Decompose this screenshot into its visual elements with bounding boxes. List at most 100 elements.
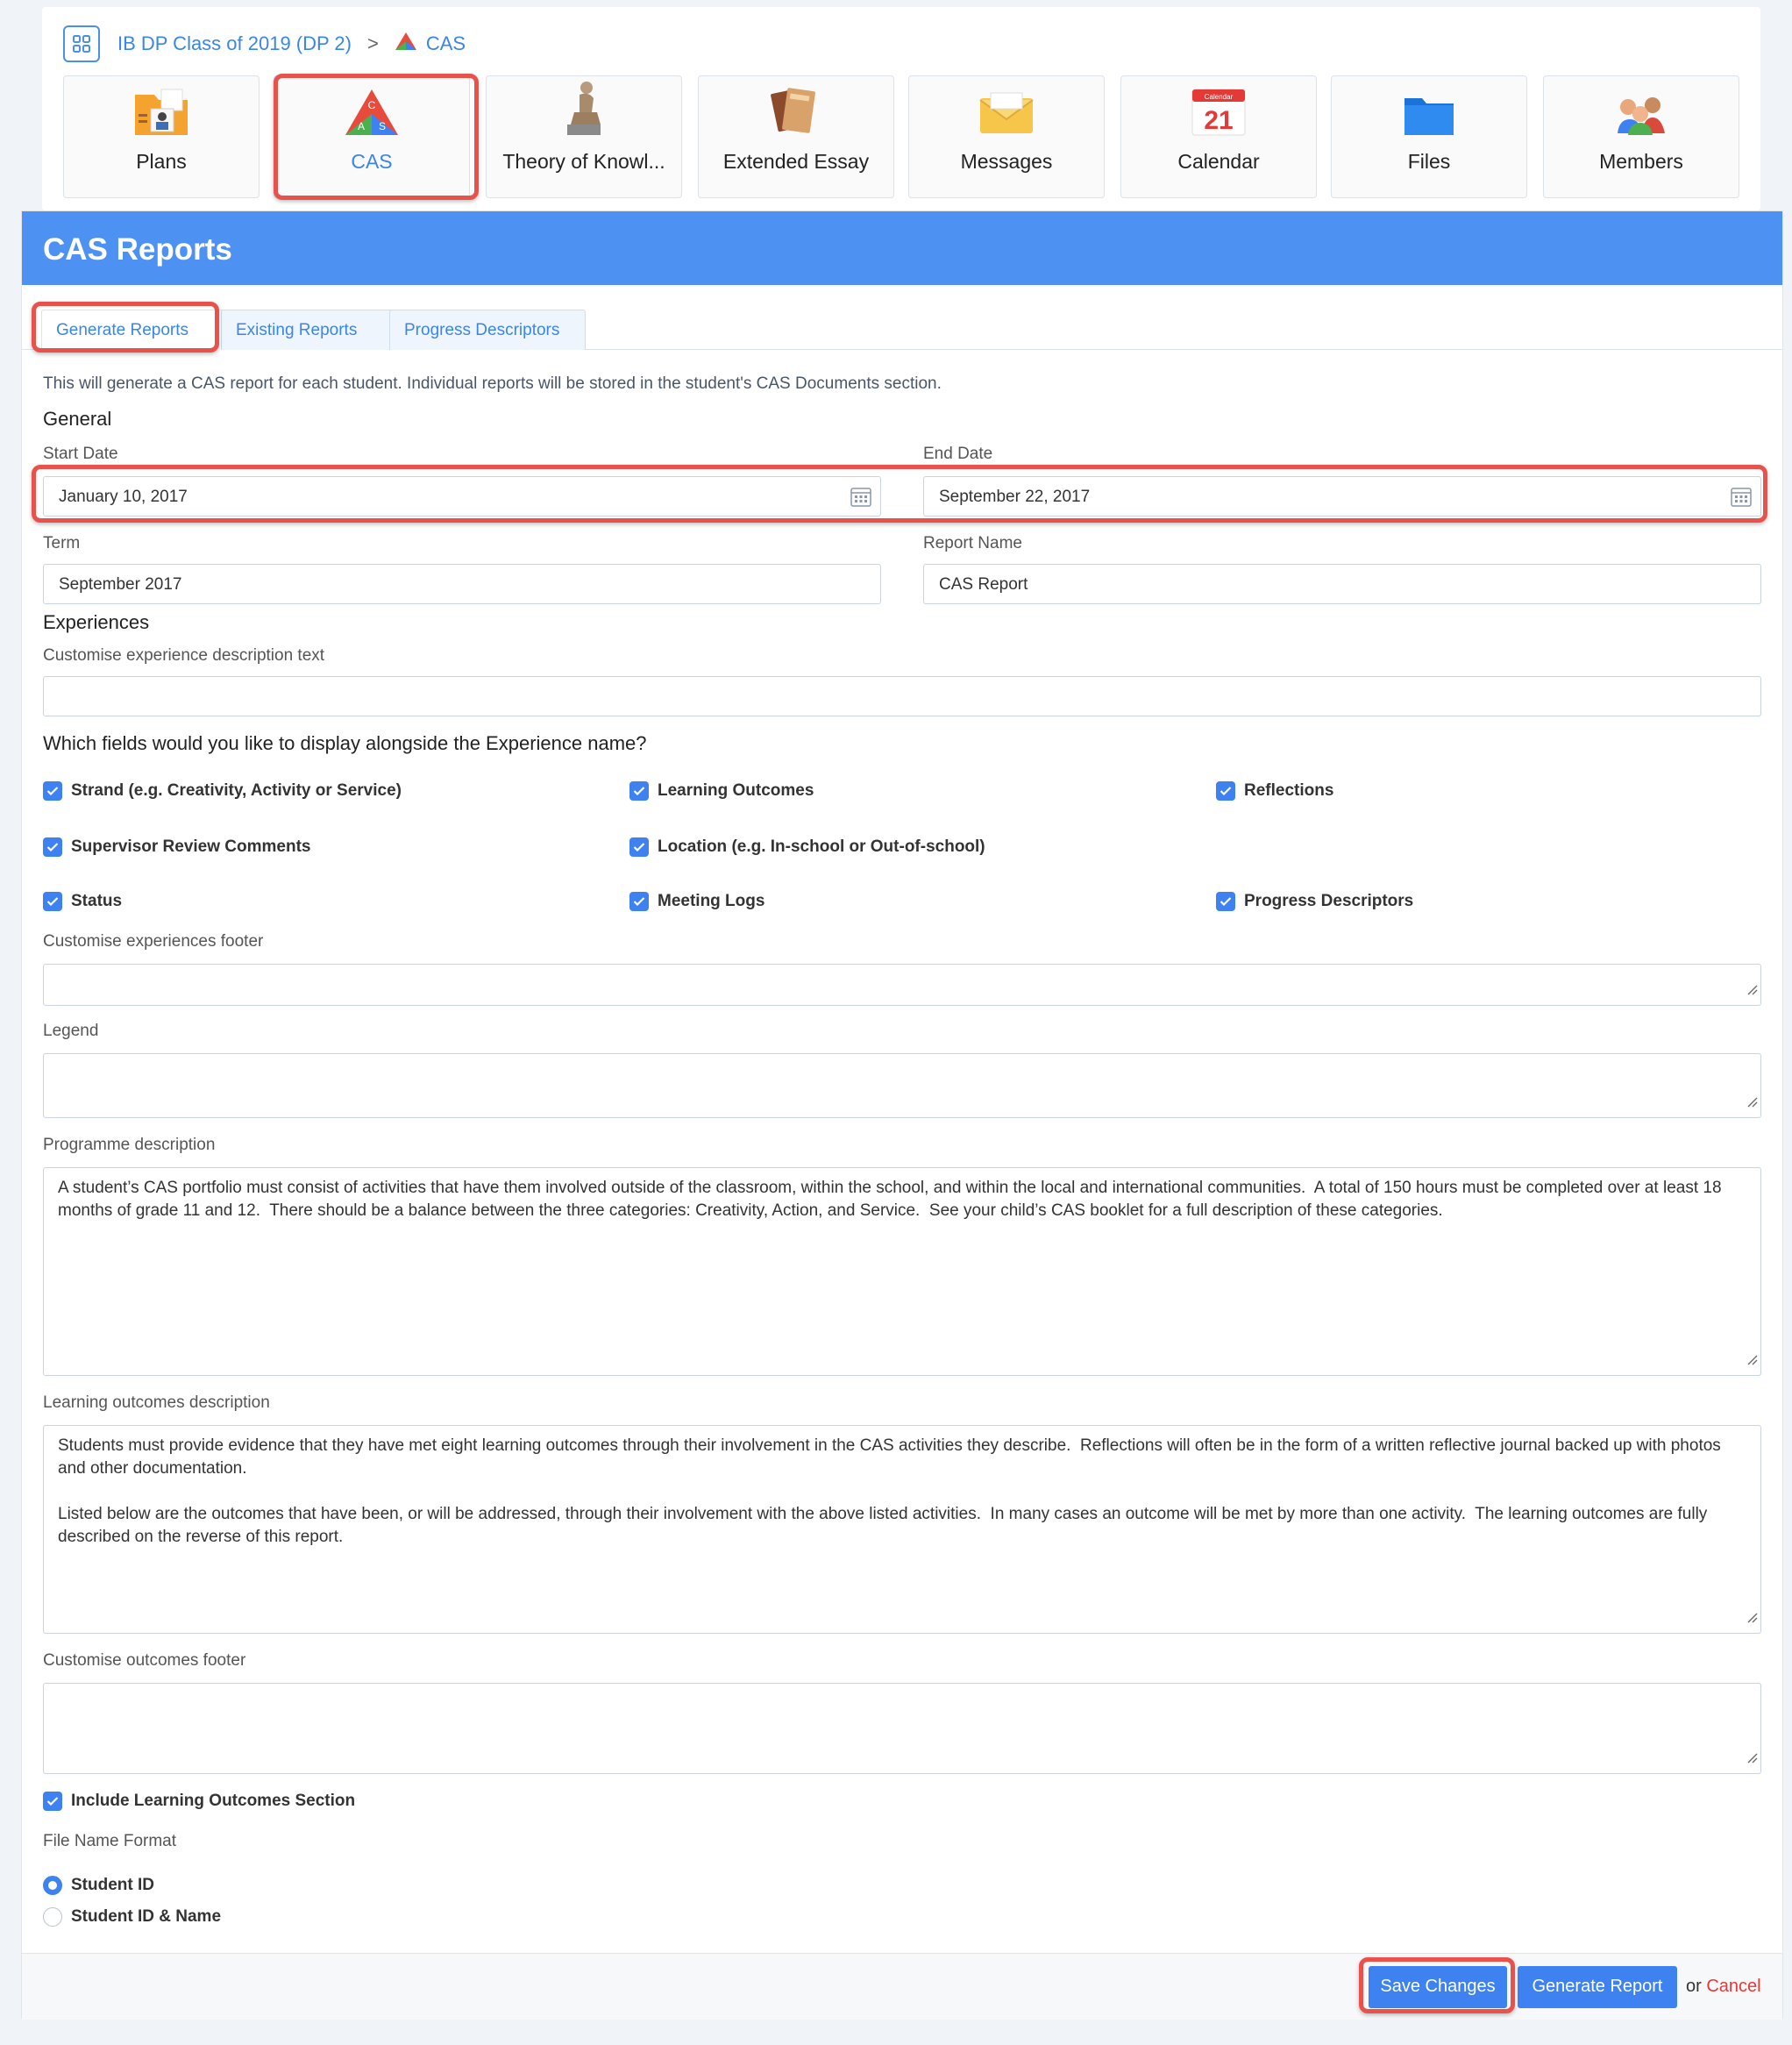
checked-checkbox-icon[interactable] xyxy=(43,781,62,801)
tab-existing-reports[interactable]: Existing Reports xyxy=(221,310,402,350)
tile-label: Members xyxy=(1599,150,1683,173)
breadcrumb-separator: > xyxy=(366,32,379,54)
tile-label: Files xyxy=(1407,150,1451,173)
checked-checkbox-icon[interactable] xyxy=(1216,781,1235,801)
plans-folder-icon xyxy=(132,88,191,141)
checkbox-location[interactable]: Location (e.g. In-school or Out-of-schoo… xyxy=(629,837,985,857)
experiences-heading: Experiences xyxy=(43,611,150,633)
envelope-icon xyxy=(978,91,1035,141)
checkbox-progress-descriptors[interactable]: Progress Descriptors xyxy=(1216,892,1413,911)
folder-icon xyxy=(1403,95,1455,141)
checkbox-label: Include Learning Outcomes Section xyxy=(71,1792,356,1810)
tile-plans[interactable]: Plans xyxy=(63,75,260,198)
legend-label: Legend xyxy=(43,1022,99,1040)
checkbox-meeting-logs[interactable]: Meeting Logs xyxy=(629,892,764,911)
checked-checkbox-icon[interactable] xyxy=(43,892,62,911)
tile-extended-essay[interactable]: Extended Essay xyxy=(698,75,894,198)
report-name-label: Report Name xyxy=(923,534,1022,552)
learning-outcomes-description-value: Students must provide evidence that they… xyxy=(58,1436,1721,1546)
save-button-highlight xyxy=(1359,1957,1515,2013)
checked-checkbox-icon[interactable] xyxy=(629,892,649,911)
resize-grip-icon[interactable] xyxy=(1746,1607,1758,1630)
learning-outcomes-description-textarea[interactable]: Students must provide evidence that they… xyxy=(43,1425,1761,1634)
tile-label: Plans xyxy=(136,150,187,173)
general-heading: General xyxy=(43,408,112,430)
experience-description-label: Customise experience description text xyxy=(43,646,325,665)
radio-label: Student ID xyxy=(71,1876,154,1894)
checkbox-learning-outcomes[interactable]: Learning Outcomes xyxy=(629,781,814,801)
or-label: or xyxy=(1686,1977,1702,1996)
radio-student-id-and-name[interactable]: Student ID & Name xyxy=(43,1907,221,1927)
panel-title: CAS Reports xyxy=(22,211,1782,285)
tile-label: Messages xyxy=(960,150,1053,173)
checkbox-include-learning-outcomes[interactable]: Include Learning Outcomes Section xyxy=(43,1792,355,1811)
checkbox-label: Status xyxy=(71,892,123,910)
checkbox-label: Meeting Logs xyxy=(658,892,765,910)
form-footer: Save Changes Generate Report or Cancel xyxy=(22,1953,1782,2020)
experiences-footer-textarea[interactable] xyxy=(43,964,1761,1006)
tile-files[interactable]: Files xyxy=(1331,75,1527,198)
radio-unselected-icon[interactable] xyxy=(43,1907,62,1927)
breadcrumb-class-link[interactable]: IB DP Class of 2019 (DP 2) xyxy=(117,32,352,55)
programme-description-label: Programme description xyxy=(43,1136,216,1154)
cancel-link[interactable]: Cancel xyxy=(1706,1977,1760,1996)
resize-grip-icon[interactable] xyxy=(1746,1092,1758,1115)
tile-label: Calendar xyxy=(1177,150,1260,173)
tile-label: Theory of Knowl... xyxy=(502,150,665,173)
tile-messages[interactable]: Messages xyxy=(908,75,1105,198)
checkbox-label: Reflections xyxy=(1244,781,1334,800)
books-icon xyxy=(769,84,823,141)
report-tabs: Generate Reports Existing Reports Progre… xyxy=(22,310,1782,350)
file-name-format-label: File Name Format xyxy=(43,1832,177,1850)
calendar-icon-day: 21 xyxy=(1204,106,1233,135)
tile-theory-of-knowledge[interactable]: Theory of Knowl... xyxy=(486,75,682,198)
learning-outcomes-description-label: Learning outcomes description xyxy=(43,1393,270,1412)
cas-tile-highlight xyxy=(274,74,479,200)
breadcrumb: IB DP Class of 2019 (DP 2) > CAS xyxy=(63,25,466,62)
checkbox-supervisor-review-comments[interactable]: Supervisor Review Comments xyxy=(43,837,310,857)
legend-textarea[interactable] xyxy=(43,1053,1761,1118)
intro-text: This will generate a CAS report for each… xyxy=(43,374,942,393)
resize-grip-icon[interactable] xyxy=(1746,1350,1758,1372)
experience-description-input[interactable] xyxy=(43,676,1761,716)
breadcrumb-current[interactable]: CAS xyxy=(426,32,466,55)
tile-members[interactable]: Members xyxy=(1543,75,1739,198)
fields-question: Which fields would you like to display a… xyxy=(43,732,647,754)
date-fields-highlight xyxy=(32,465,1767,523)
term-input[interactable]: September 2017 xyxy=(43,564,881,604)
cas-small-icon xyxy=(395,32,417,56)
checked-checkbox-icon[interactable] xyxy=(1216,892,1235,911)
checkbox-reflections[interactable]: Reflections xyxy=(1216,781,1333,801)
calendar-icon: Calendar 21 xyxy=(1191,86,1247,141)
thinker-statue-icon xyxy=(562,81,606,141)
calendar-icon-caption: Calendar xyxy=(1205,93,1234,101)
report-name-input[interactable]: CAS Report xyxy=(923,564,1761,604)
resize-grip-icon[interactable] xyxy=(1746,980,1758,1002)
tab-progress-descriptors[interactable]: Progress Descriptors xyxy=(389,310,586,350)
programme-description-textarea[interactable]: A student’s CAS portfolio must consist o… xyxy=(43,1167,1761,1376)
checkbox-label: Strand (e.g. Creativity, Activity or Ser… xyxy=(71,781,402,800)
checkbox-strand[interactable]: Strand (e.g. Creativity, Activity or Ser… xyxy=(43,781,402,801)
generate-tab-highlight xyxy=(32,302,219,353)
or-text: or Cancel xyxy=(1686,1977,1761,1997)
radio-label: Student ID & Name xyxy=(71,1907,222,1926)
checkbox-label: Supervisor Review Comments xyxy=(71,837,311,856)
term-label: Term xyxy=(43,534,81,552)
checkbox-status[interactable]: Status xyxy=(43,892,122,911)
radio-student-id[interactable]: Student ID xyxy=(43,1876,154,1895)
checked-checkbox-icon[interactable] xyxy=(629,837,649,857)
resize-grip-icon[interactable] xyxy=(1746,1748,1758,1771)
tile-calendar[interactable]: Calendar 21 Calendar xyxy=(1120,75,1317,198)
end-date-label: End Date xyxy=(923,445,993,463)
checked-checkbox-icon[interactable] xyxy=(629,781,649,801)
checkbox-label: Progress Descriptors xyxy=(1244,892,1414,910)
experiences-footer-label: Customise experiences footer xyxy=(43,932,264,951)
checked-checkbox-icon[interactable] xyxy=(43,1792,62,1811)
generate-report-button[interactable]: Generate Report xyxy=(1518,1966,1677,2008)
outcomes-footer-textarea[interactable] xyxy=(43,1683,1761,1774)
checked-checkbox-icon[interactable] xyxy=(43,837,62,857)
programme-description-value: A student’s CAS portfolio must consist o… xyxy=(58,1179,1726,1220)
apps-grid-icon[interactable] xyxy=(63,25,100,62)
radio-selected-icon[interactable] xyxy=(43,1876,62,1895)
tile-label: Extended Essay xyxy=(722,150,870,173)
